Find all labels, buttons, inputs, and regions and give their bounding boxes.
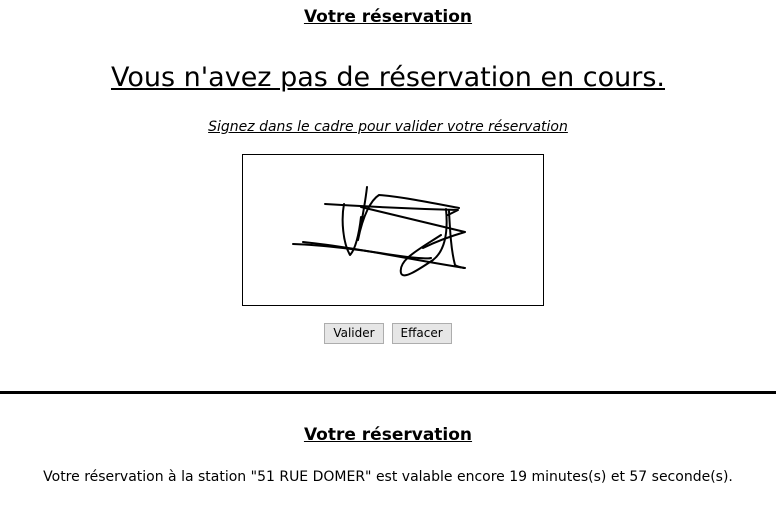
reservation-title-bottom: Votre réservation <box>303 425 473 445</box>
sign-instruction: Signez dans le cadre pour valider votre … <box>208 119 568 135</box>
signature-pad[interactable] <box>242 154 544 306</box>
clear-button[interactable]: Effacer <box>391 323 452 344</box>
section-divider <box>0 391 776 394</box>
validate-button[interactable]: Valider <box>324 323 384 344</box>
signature-actions: Valider Effacer <box>0 323 776 344</box>
reservation-info-text: Votre réservation à la station "51 RUE D… <box>43 469 733 485</box>
reservation-title-top: Votre réservation <box>303 7 473 27</box>
no-reservation-message: Vous n'avez pas de réservation en cours. <box>110 62 665 93</box>
signature-drawing <box>292 186 466 277</box>
